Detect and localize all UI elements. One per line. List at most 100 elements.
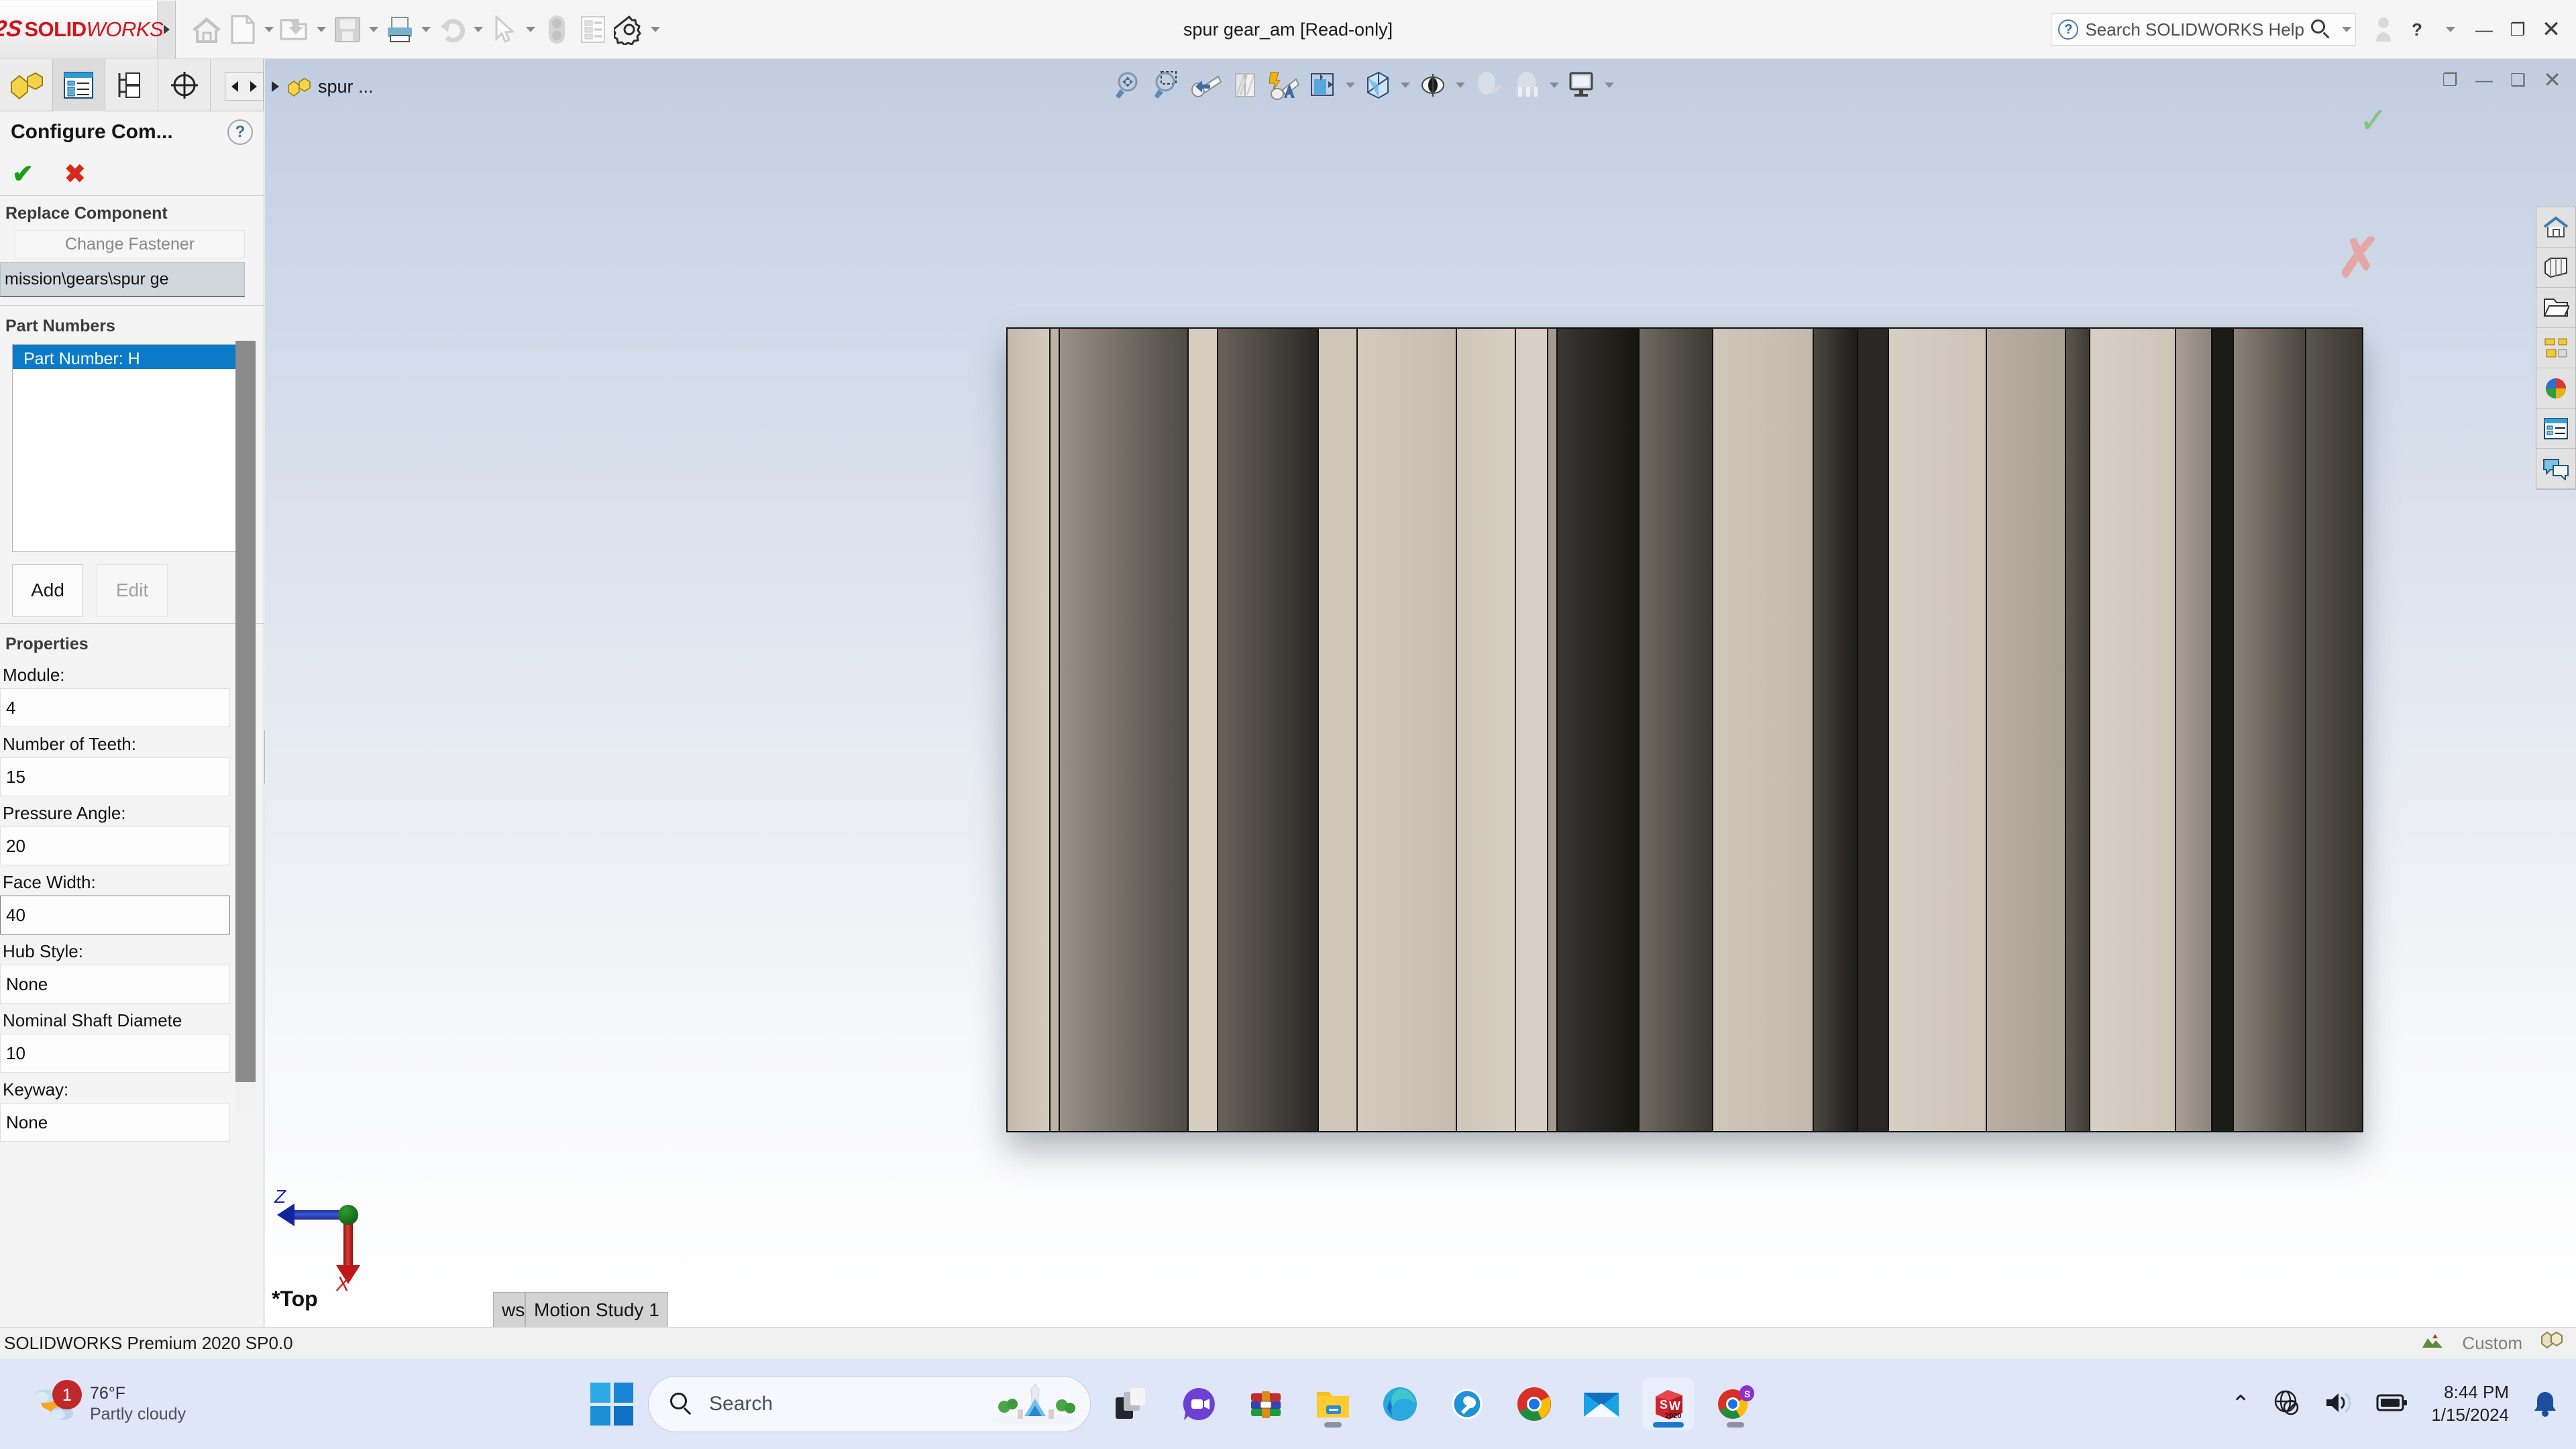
- property-input[interactable]: None: [0, 965, 230, 1004]
- document-close-button[interactable]: ✕: [2543, 67, 2561, 93]
- tray-overflow-icon[interactable]: ⌃: [2231, 1391, 2251, 1417]
- battery-icon[interactable]: [2376, 1392, 2408, 1417]
- settings-wrench-icon[interactable]: [1441, 1378, 1493, 1430]
- panel-scrollbar-thumb[interactable]: [235, 341, 256, 1082]
- tab-scroll-right-button[interactable]: [244, 73, 263, 100]
- accept-button[interactable]: ✔: [12, 162, 34, 187]
- section-view-icon[interactable]: [1227, 66, 1263, 105]
- account-icon[interactable]: [2368, 12, 2399, 47]
- winrar-icon[interactable]: [1240, 1378, 1292, 1430]
- select-dropdown-caret[interactable]: [523, 9, 538, 50]
- solidworks-2020-icon[interactable]: S W 2020: [1642, 1378, 1695, 1430]
- close-button[interactable]: ✕: [2536, 12, 2567, 47]
- property-manager-help-icon[interactable]: ?: [227, 119, 253, 145]
- select-cursor-icon[interactable]: [487, 9, 522, 50]
- apply-scene-icon[interactable]: [1509, 66, 1545, 105]
- editing-assembly-icon[interactable]: [2540, 1330, 2563, 1356]
- viewport-cancel-x-icon[interactable]: ✗: [2337, 227, 2381, 289]
- property-input[interactable]: None: [0, 1103, 230, 1142]
- sw-forum-icon[interactable]: [2536, 449, 2575, 489]
- breadcrumb[interactable]: spur ...: [272, 66, 374, 107]
- document-minimize-button[interactable]: —: [2475, 70, 2493, 91]
- component-path-field[interactable]: mission\gears\spur ge: [0, 262, 245, 297]
- document-maximize-button[interactable]: ❑: [2510, 70, 2526, 91]
- mail-icon[interactable]: [1575, 1378, 1627, 1430]
- undo-icon[interactable]: [435, 9, 470, 50]
- home-icon[interactable]: [189, 9, 224, 50]
- task-view-icon[interactable]: [1106, 1378, 1158, 1430]
- sidebar-item-feature-manager[interactable]: [0, 59, 53, 111]
- microsoft-edge-icon[interactable]: [1374, 1378, 1426, 1430]
- list-item[interactable]: Part Number: H: [13, 345, 244, 369]
- print-dropdown-caret[interactable]: [419, 9, 433, 50]
- graphics-viewport[interactable]: spur ... ❐ — ❑ ✕ ✓ ✗ Z X *Top ws Motion …: [265, 59, 2576, 1327]
- start-button[interactable]: [590, 1383, 633, 1426]
- appearances-library-icon[interactable]: [2536, 248, 2575, 288]
- property-input[interactable]: 20: [0, 826, 230, 865]
- breadcrumb-expand-icon[interactable]: [272, 81, 279, 92]
- design-library-icon[interactable]: [2536, 328, 2575, 368]
- display-style-caret-icon[interactable]: [1344, 66, 1357, 105]
- volume-icon[interactable]: [2324, 1389, 2353, 1419]
- viewport-confirm-check-icon[interactable]: ✓: [2359, 101, 2388, 141]
- notification-bell-icon[interactable]: [2532, 1389, 2559, 1419]
- chrome-shortcut-icon[interactable]: S: [1709, 1378, 1762, 1430]
- property-input[interactable]: 10: [0, 1034, 230, 1073]
- weather-widget[interactable]: 1 76°F Partly cloudy: [30, 1379, 186, 1430]
- view-home-icon[interactable]: [2536, 207, 2575, 248]
- help-search-box[interactable]: ? Search SOLIDWORKS Help: [2051, 13, 2356, 46]
- hide-show-items-icon[interactable]: [1360, 66, 1396, 105]
- open-document-dropdown-caret[interactable]: [314, 9, 329, 50]
- clock[interactable]: 8:44 PM 1/15/2024: [2431, 1381, 2509, 1427]
- hide-show-eye-icon[interactable]: [1415, 66, 1451, 105]
- sidebar-item-configuration-manager[interactable]: [105, 59, 158, 111]
- zoom-to-fit-icon[interactable]: [1110, 66, 1146, 105]
- sidebar-item-property-manager[interactable]: [52, 59, 106, 111]
- tab-model-views[interactable]: ws: [493, 1292, 525, 1327]
- file-explorer-icon[interactable]: [2536, 288, 2575, 328]
- previous-view-icon[interactable]: [1188, 66, 1224, 105]
- file-properties-icon[interactable]: [576, 9, 610, 50]
- custom-properties-icon[interactable]: [2536, 409, 2575, 449]
- help-menu-caret-icon[interactable]: [2435, 12, 2466, 47]
- property-input[interactable]: 4: [0, 688, 230, 727]
- cancel-button[interactable]: ✖: [64, 162, 86, 187]
- tab-motion-study-1[interactable]: Motion Study 1: [525, 1292, 668, 1327]
- search-input[interactable]: Search: [648, 1376, 1091, 1432]
- edit-appearance-icon[interactable]: [1470, 66, 1506, 105]
- google-chrome-icon[interactable]: [1508, 1378, 1560, 1430]
- undo-dropdown-caret[interactable]: [471, 9, 486, 50]
- change-fastener-button[interactable]: Change Fastener: [15, 230, 245, 258]
- open-document-icon[interactable]: [278, 9, 313, 50]
- help-menu-button[interactable]: ?: [2402, 12, 2432, 47]
- breadcrumb-label[interactable]: spur ...: [318, 76, 374, 97]
- tab-scroll-controls[interactable]: [225, 72, 264, 101]
- hide-show-eye-caret-icon[interactable]: [1454, 66, 1467, 105]
- restore-button[interactable]: ❐: [2502, 12, 2533, 47]
- options-dropdown-caret[interactable]: [648, 9, 663, 50]
- view-settings-caret-icon[interactable]: [1603, 66, 1616, 105]
- view-settings-icon[interactable]: [1564, 66, 1600, 105]
- property-input[interactable]: 15: [0, 757, 230, 796]
- chat-teams-icon[interactable]: [1173, 1378, 1225, 1430]
- apply-scene-caret-icon[interactable]: [1548, 66, 1561, 105]
- network-offline-icon[interactable]: [2273, 1389, 2301, 1420]
- gear-model-3d[interactable]: [1006, 327, 2363, 1132]
- document-restore-button[interactable]: ❐: [2443, 70, 2458, 91]
- units-custom-label[interactable]: Custom: [2462, 1333, 2522, 1354]
- new-document-icon[interactable]: [225, 9, 260, 50]
- rebuild-icon[interactable]: [539, 9, 574, 50]
- save-icon[interactable]: [330, 9, 365, 50]
- new-document-dropdown-caret[interactable]: [262, 9, 276, 50]
- appearances-sphere-icon[interactable]: [2536, 368, 2575, 409]
- sidebar-item-dimxpert-manager[interactable]: [158, 59, 211, 111]
- help-search-input[interactable]: Search SOLIDWORKS Help: [2085, 19, 2304, 40]
- zoom-to-area-icon[interactable]: [1149, 66, 1185, 105]
- file-explorer-taskbar-icon[interactable]: [1307, 1378, 1359, 1430]
- minimize-button[interactable]: —: [2469, 12, 2500, 47]
- add-button[interactable]: Add: [12, 564, 83, 616]
- property-input[interactable]: 40: [0, 896, 230, 934]
- help-search-caret-icon[interactable]: [2342, 27, 2351, 32]
- part-numbers-list[interactable]: Part Number: H: [12, 344, 245, 552]
- tab-scroll-left-button[interactable]: [225, 73, 244, 100]
